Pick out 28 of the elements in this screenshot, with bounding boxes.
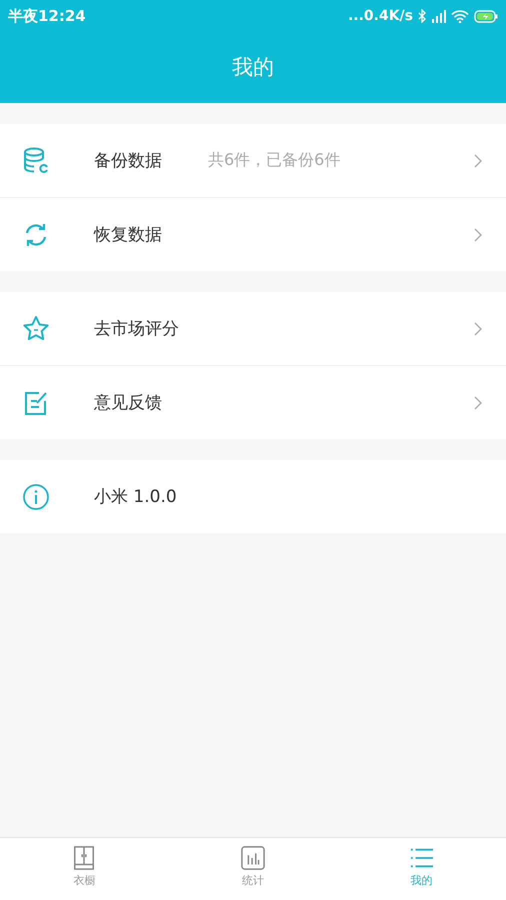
wifi-icon bbox=[451, 10, 469, 22]
row-detail: 共6件，已备份6件 bbox=[208, 150, 340, 171]
chart-icon bbox=[241, 846, 265, 870]
chevron-icon bbox=[474, 396, 482, 410]
bluetooth-icon bbox=[418, 9, 427, 23]
row-label: 去市场评分 bbox=[94, 318, 180, 340]
row-label: 恢复数据 bbox=[94, 224, 163, 246]
chevron-icon bbox=[474, 154, 482, 168]
database-icon bbox=[22, 146, 50, 174]
chevron-icon bbox=[474, 322, 482, 336]
star-icon bbox=[22, 314, 50, 342]
network-speed: ...0.4K/s bbox=[348, 8, 413, 24]
menu-row[interactable]: 去市场评分 bbox=[0, 292, 506, 366]
battery-icon bbox=[474, 10, 498, 22]
menu-row[interactable]: 恢复数据 bbox=[0, 198, 506, 271]
status-time: 半夜12:24 bbox=[8, 6, 86, 26]
signal-icon bbox=[432, 10, 446, 22]
menu-row[interactable]: 备份数据 共6件，已备份6件 bbox=[0, 124, 506, 198]
menu-row[interactable]: 小米 1.0.0 bbox=[0, 460, 506, 533]
chevron-icon bbox=[474, 228, 482, 242]
row-label: 备份数据 bbox=[94, 150, 163, 172]
page-title: 我的 bbox=[231, 54, 275, 81]
list-icon bbox=[410, 846, 434, 870]
row-label: 意见反馈 bbox=[94, 392, 163, 414]
wardrobe-icon bbox=[72, 846, 96, 870]
row-label: 小米 1.0.0 bbox=[94, 486, 178, 508]
info-icon bbox=[22, 482, 50, 510]
menu-row[interactable]: 意见反馈 bbox=[0, 366, 506, 439]
